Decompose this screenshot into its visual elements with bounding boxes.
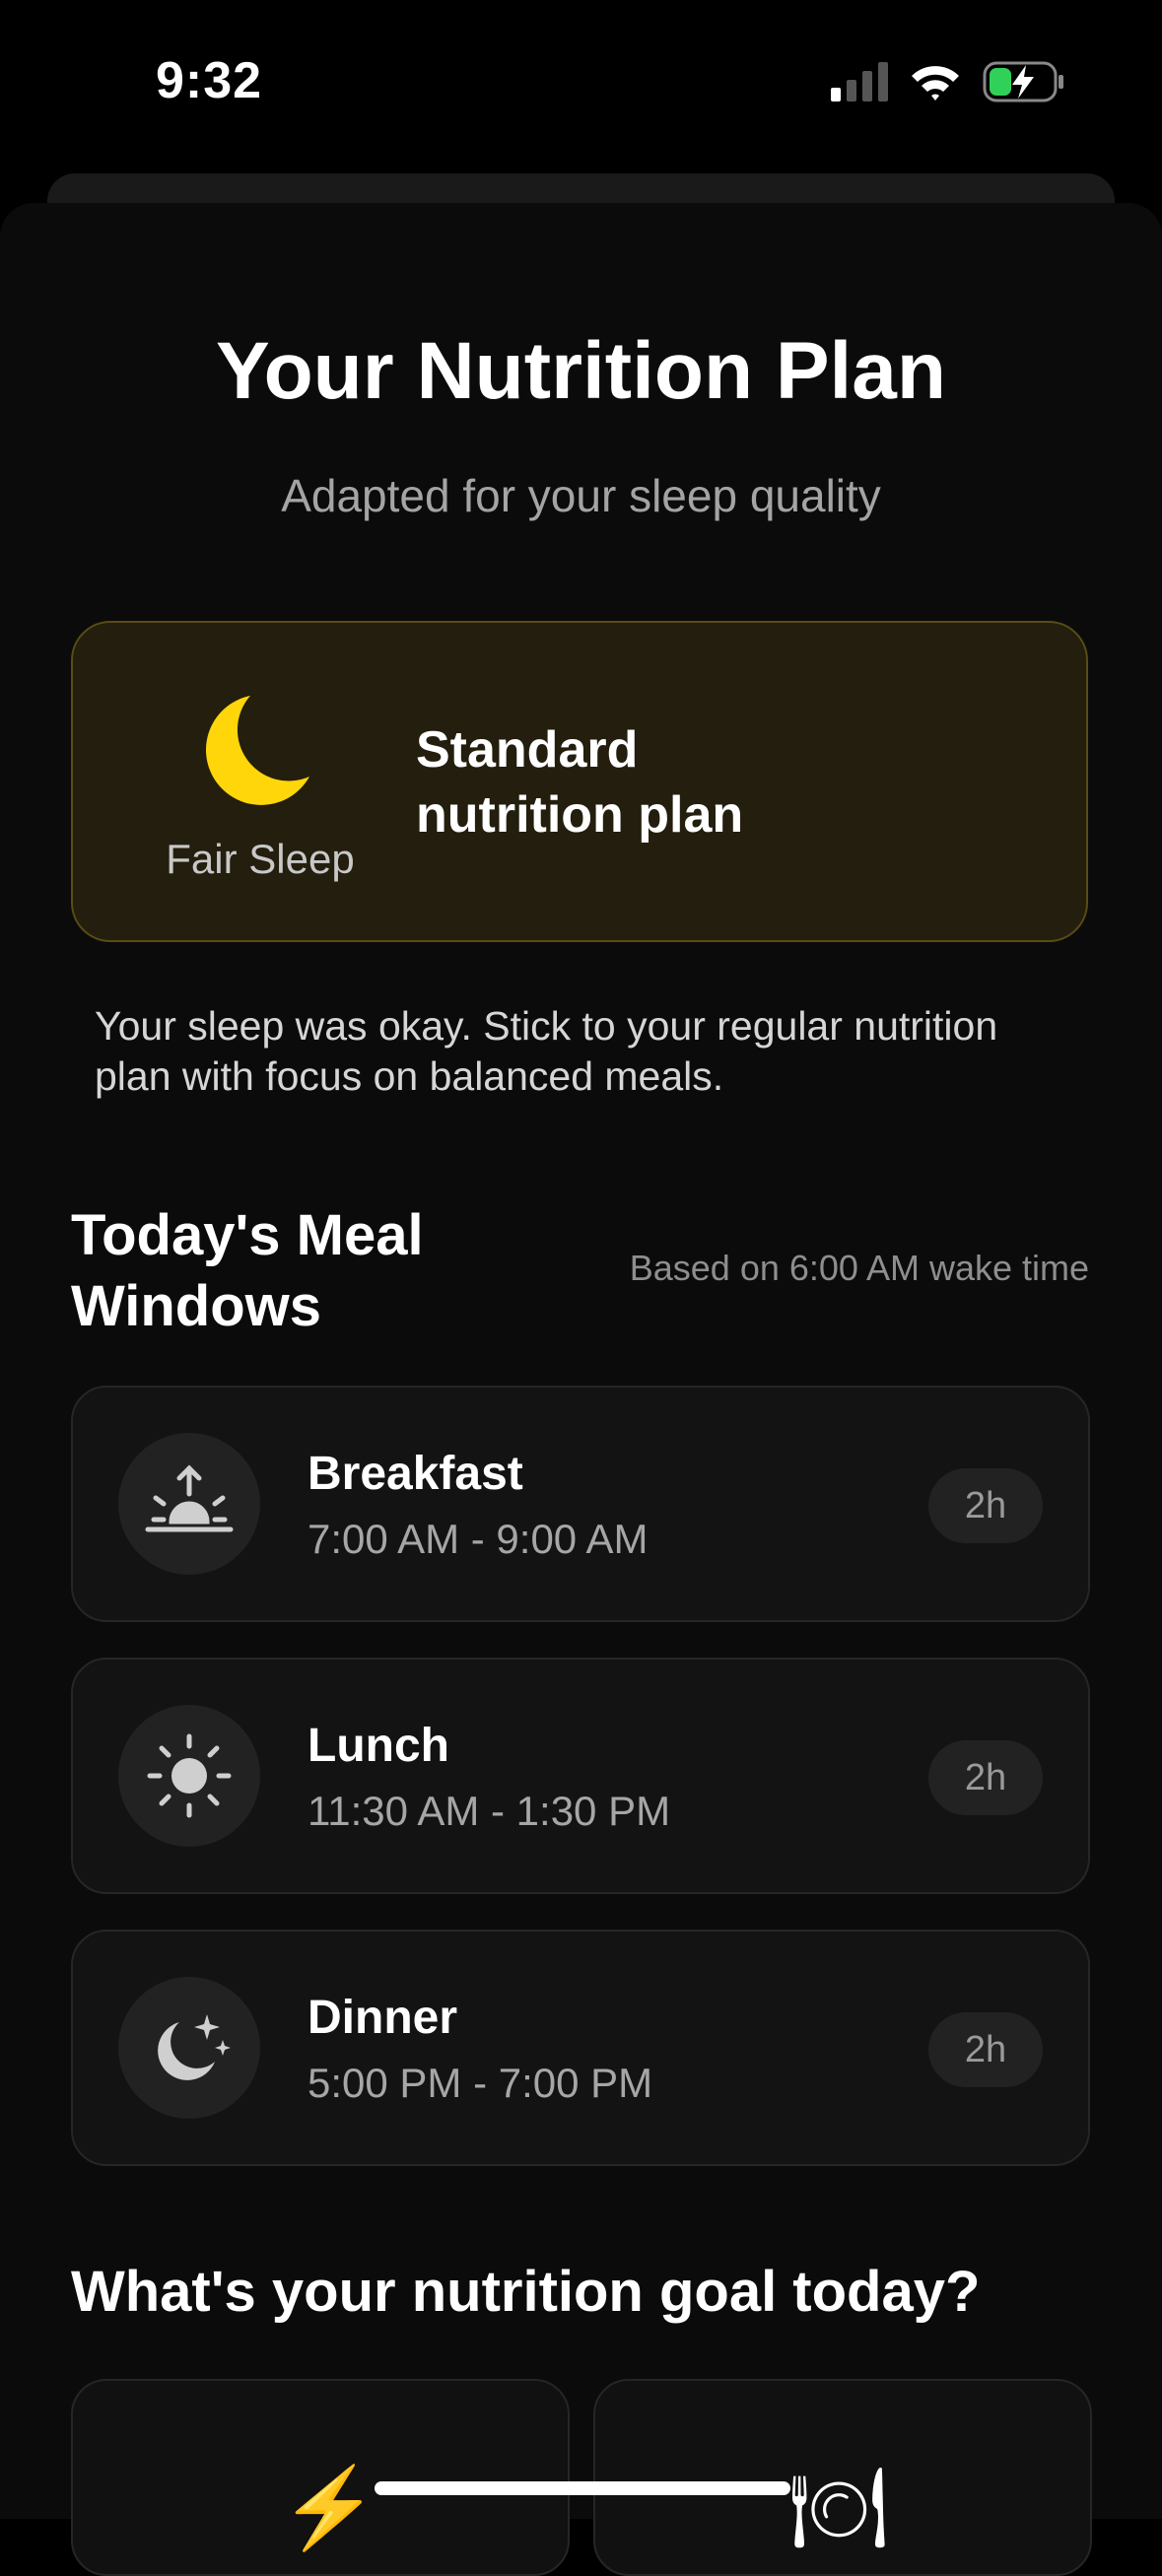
meal-name: Dinner	[308, 1992, 458, 2044]
plan-label: Standard nutrition plan	[416, 721, 744, 844]
home-indicator[interactable]	[375, 2481, 790, 2495]
battery-charging-icon	[983, 61, 1063, 102]
meal-time: 7:00 AM - 9:00 AM	[308, 1516, 649, 1562]
nutrition-goal-title: What's your nutrition goal today?	[71, 2260, 981, 2324]
meal-window-dinner[interactable]: Dinner 5:00 PM - 7:00 PM 2h	[71, 1930, 1090, 2166]
meal-windows-title: Today's Meal Windows	[71, 1203, 424, 1338]
moon-stars-icon	[118, 1977, 260, 2119]
meal-time: 5:00 PM - 7:00 PM	[308, 2060, 653, 2106]
wifi-icon	[912, 66, 959, 101]
nutrition-plan-sheet	[0, 203, 1162, 2519]
sleep-quality-card: Fair Sleep Standard nutrition plan	[71, 621, 1088, 942]
duration-badge: 2h	[928, 1740, 1043, 1815]
wake-time-note: Based on 6:00 AM wake time	[629, 1248, 1089, 1288]
page-subtitle: Adapted for your sleep quality	[281, 470, 881, 521]
duration-badge: 2h	[928, 1468, 1043, 1543]
cellular-signal-icon	[831, 62, 888, 102]
sun-icon	[118, 1705, 260, 1847]
meal-window-breakfast[interactable]: Breakfast 7:00 AM - 9:00 AM 2h	[71, 1386, 1090, 1622]
sleep-quality-label: Fair Sleep	[166, 836, 355, 882]
status-time: 9:32	[156, 52, 263, 109]
goal-option-energy[interactable]: ⚡	[71, 2379, 570, 2576]
lightning-icon: ⚡	[280, 2464, 378, 2551]
meal-time: 11:30 AM - 1:30 PM	[308, 1788, 671, 1834]
status-icons	[831, 61, 1065, 102]
duration-badge: 2h	[928, 2012, 1043, 2087]
meal-window-lunch[interactable]: Lunch 11:30 AM - 1:30 PM 2h	[71, 1658, 1090, 1894]
moon-icon	[189, 682, 327, 820]
plan-description: Your sleep was okay. Stick to your regul…	[95, 1003, 998, 1099]
plate-icon: 🍽	[788, 2464, 889, 2551]
sunrise-icon	[118, 1433, 260, 1575]
goal-option-meal[interactable]: 🍽	[593, 2379, 1092, 2576]
meal-name: Breakfast	[308, 1448, 523, 1500]
meal-name: Lunch	[308, 1720, 449, 1772]
page-title: Your Nutrition Plan	[215, 326, 946, 416]
